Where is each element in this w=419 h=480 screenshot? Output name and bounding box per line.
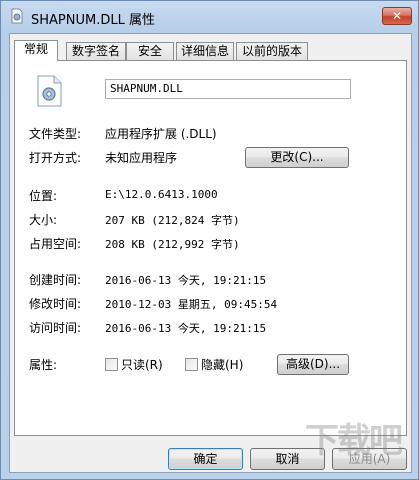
hidden-label[interactable]: 隐藏(H) bbox=[201, 356, 243, 373]
tab-digital-signature[interactable]: 数字签名 bbox=[66, 42, 126, 60]
modified-label: 修改时间: bbox=[29, 297, 82, 311]
location-label: 位置: bbox=[29, 189, 58, 203]
dialog-client: 常规 数字签名 安全 详细信息 以前的版本 SHAPNUM.DLL 文件类型: … bbox=[9, 33, 412, 473]
modified-value: 2010-12-03 星期五, 09:45:54 bbox=[105, 298, 278, 311]
readonly-checkbox[interactable] bbox=[105, 358, 118, 371]
change-button[interactable]: 更改(C)... bbox=[245, 147, 349, 168]
watermark-logo: 下载吧 bbox=[305, 421, 403, 461]
tab-security[interactable]: 安全 bbox=[126, 42, 174, 60]
tab-previous-versions[interactable]: 以前的版本 bbox=[236, 42, 308, 60]
size-label: 大小: bbox=[29, 213, 58, 227]
opens-with-value: 未知应用程序 bbox=[105, 151, 178, 165]
tab-general[interactable]: 常规 bbox=[14, 40, 58, 61]
opens-with-label: 打开方式: bbox=[29, 151, 82, 165]
filename-field[interactable]: SHAPNUM.DLL bbox=[105, 79, 351, 99]
ok-button[interactable]: 确定 bbox=[168, 448, 243, 470]
separator bbox=[29, 175, 345, 176]
dll-file-icon bbox=[37, 75, 62, 107]
readonly-label[interactable]: 只读(R) bbox=[121, 356, 163, 373]
location-value: E:\12.0.6413.1000 bbox=[105, 188, 218, 201]
close-button[interactable]: ✕ bbox=[382, 7, 412, 25]
properties-window: SHAPNUM.DLL 属性 ✕ 常规 数字签名 安全 详细信息 以前的版本 S… bbox=[0, 0, 419, 480]
attributes-label: 属性: bbox=[29, 358, 58, 372]
size-on-disk-value: 208 KB (212,992 字节) bbox=[105, 238, 240, 251]
accessed-label: 访问时间: bbox=[29, 321, 82, 335]
file-type-label: 文件类型: bbox=[29, 127, 82, 141]
created-label: 创建时间: bbox=[29, 273, 82, 287]
window-title: SHAPNUM.DLL 属性 bbox=[31, 13, 155, 28]
separator bbox=[29, 343, 345, 344]
tab-details[interactable]: 详细信息 bbox=[176, 42, 234, 60]
file-icon bbox=[11, 8, 23, 24]
file-type-value: 应用程序扩展 (.DLL) bbox=[105, 127, 217, 141]
accessed-value: 2016-06-13 今天, 19:21:15 bbox=[105, 322, 267, 335]
title-bar: SHAPNUM.DLL 属性 ✕ bbox=[1, 1, 418, 33]
size-value: 207 KB (212,824 字节) bbox=[105, 214, 240, 227]
created-value: 2016-06-13 今天, 19:21:15 bbox=[105, 274, 267, 287]
separator bbox=[29, 113, 345, 114]
general-panel: SHAPNUM.DLL 文件类型: 应用程序扩展 (.DLL) 打开方式: 未知… bbox=[14, 60, 407, 436]
hidden-checkbox[interactable] bbox=[185, 358, 198, 371]
advanced-button[interactable]: 高级(D)... bbox=[277, 354, 349, 375]
separator bbox=[29, 259, 345, 260]
size-on-disk-label: 占用空间: bbox=[29, 237, 82, 251]
